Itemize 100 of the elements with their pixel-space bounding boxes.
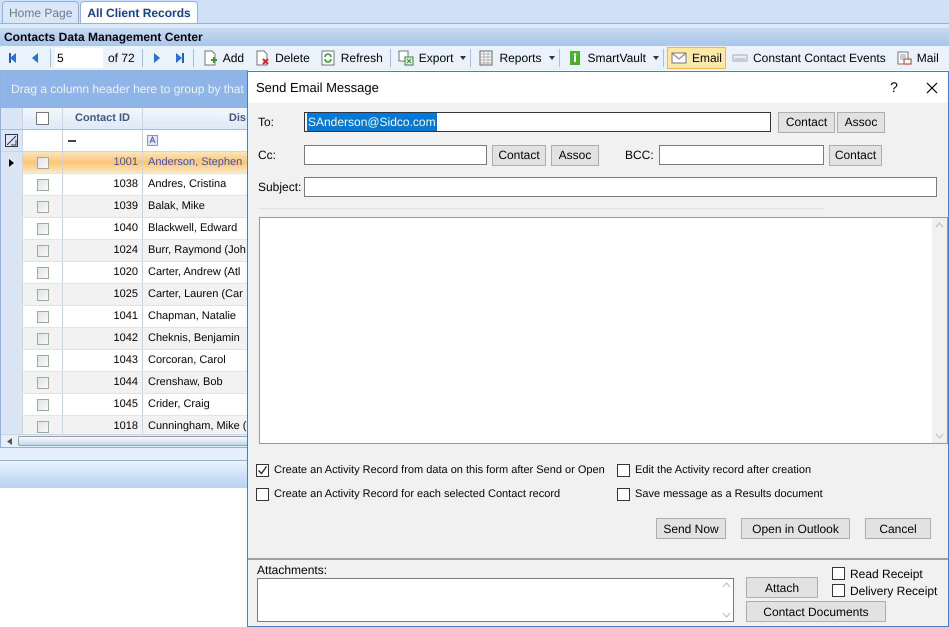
attach-button[interactable]: Attach (746, 577, 818, 598)
action-button[interactable]: Send Now (656, 518, 726, 539)
toolbar-button[interactable]: Constant Contact Events (728, 47, 890, 69)
subject-field[interactable] (304, 177, 937, 197)
dialog-title: Send Email Message (256, 78, 380, 97)
page-field[interactable]: 5 (55, 48, 103, 68)
row-checkbox[interactable] (36, 332, 48, 344)
table-row[interactable]: 1043 Corcoran, Carol (1, 350, 248, 372)
table-row[interactable]: 1018 Cunningham, Mike ( (1, 416, 248, 434)
close-icon[interactable] (926, 82, 938, 94)
table-cell-text: Corcoran, Carol (147, 353, 227, 368)
table-cell: 1039 (63, 196, 143, 217)
table-row[interactable]: 1044 Crenshaw, Bob (1, 372, 248, 394)
column-header[interactable]: Contact ID (63, 108, 143, 129)
option-checkbox[interactable] (617, 488, 630, 501)
toolbar-button[interactable]: Export (394, 47, 458, 69)
table-cell-text: Anderson, Stephen (147, 155, 244, 170)
table-row[interactable]: 1024 Burr, Raymond (Joh (1, 240, 248, 262)
field-label: BCC: (625, 147, 655, 164)
table-cell: 1043 (63, 350, 143, 371)
contact-documents-button[interactable]: Contact Documents (746, 601, 886, 622)
row-checkbox[interactable] (36, 266, 48, 278)
spreadsheet-icon (478, 50, 494, 66)
text-filter-icon[interactable] (147, 135, 158, 146)
action-button[interactable]: Open in Outlook (741, 518, 850, 539)
toolbar-button[interactable]: SmartVault (562, 47, 650, 69)
toolbar-button[interactable]: Refresh (316, 47, 387, 69)
toolbar-button[interactable]: Mail (892, 47, 943, 69)
contact-picker-button[interactable]: Contact (778, 112, 835, 132)
table-cell-text: Chapman, Natalie (147, 309, 238, 324)
table-row[interactable]: 1025 Carter, Lauren (Car (1, 284, 248, 306)
scroll-up-icon[interactable] (722, 582, 730, 588)
field-label: To: (258, 114, 276, 131)
row-checkbox[interactable] (36, 398, 48, 410)
group-by-hint: Drag a column header here to group by that (11, 81, 244, 98)
receipt-checkbox[interactable] (832, 567, 845, 580)
help-button[interactable]: ? (884, 77, 904, 98)
row-checkbox[interactable] (36, 376, 48, 388)
table-row[interactable]: 1041 Chapman, Natalie (1, 306, 248, 328)
row-checkbox[interactable] (36, 288, 48, 300)
tab[interactable]: All Client Records (80, 1, 198, 23)
option-checkbox[interactable] (256, 464, 269, 477)
table-row[interactable]: 1039 Balak, Mike (1, 196, 248, 218)
scroll-down-icon[interactable] (935, 433, 944, 439)
contact-picker-button[interactable]: Assoc (551, 144, 599, 166)
action-button[interactable]: Cancel (865, 518, 931, 539)
receipt-checkbox[interactable] (832, 584, 845, 597)
cc-field[interactable] (304, 145, 487, 165)
table-cell: 1001 (63, 152, 143, 173)
row-checkbox[interactable] (36, 310, 48, 322)
dropdown-caret-icon[interactable] (548, 55, 556, 61)
toolbar-button[interactable]: Email (666, 47, 726, 69)
scroll-left-icon[interactable] (7, 438, 12, 444)
option-checkbox[interactable] (617, 464, 630, 477)
table-row[interactable]: 1020 Carter, Andrew (Atl (1, 262, 248, 284)
row-checkbox[interactable] (36, 200, 48, 212)
table-row[interactable]: 1001 Anderson, Stephen (1, 152, 248, 174)
dropdown-caret-icon[interactable] (459, 55, 468, 61)
toolbar-button[interactable]: Reports (474, 47, 546, 69)
option-label: Create an Activity Record from data on this form after Send or Open (274, 463, 605, 478)
row-indicator[interactable] (1, 152, 23, 173)
row-checkbox[interactable] (36, 178, 48, 190)
export-icon (398, 50, 414, 66)
vertical-scrollbar[interactable] (932, 218, 947, 443)
field-label: Subject: (258, 179, 302, 196)
toolbar-button[interactable]: Add (198, 47, 248, 69)
message-body-field[interactable] (259, 217, 948, 444)
to-field[interactable]: SAnderson@Sidco.com (304, 112, 771, 132)
table-cell-text: Cheknis, Benjamin (147, 331, 241, 346)
contact-picker-button[interactable]: Contact (492, 144, 546, 166)
column-header[interactable]: Dis (143, 108, 248, 129)
horizontal-scrollbar[interactable] (1, 434, 248, 447)
table-cell: 1042 (63, 328, 143, 349)
row-checkbox[interactable] (36, 354, 48, 366)
refresh-icon (320, 50, 336, 66)
option-label: Edit the Activity record after creation (635, 463, 812, 478)
scroll-down-icon[interactable] (722, 612, 730, 618)
attachments-field[interactable] (257, 578, 734, 622)
document-delete-icon (254, 50, 270, 66)
contact-picker-button[interactable]: Contact (829, 144, 882, 166)
row-checkbox[interactable] (36, 222, 48, 234)
option-label: Delivery Receipt (850, 582, 938, 600)
row-checkbox[interactable] (36, 420, 48, 432)
bcc-field[interactable] (659, 145, 824, 165)
table-row[interactable]: 1040 Blackwell, Edward (1, 218, 248, 240)
filter-icon[interactable] (5, 134, 18, 147)
document-plus-icon (202, 50, 218, 66)
select-all-checkbox[interactable] (36, 112, 49, 125)
table-row[interactable]: 1045 Crider, Craig (1, 394, 248, 416)
row-checkbox[interactable] (36, 156, 48, 168)
toolbar-button[interactable]: Delete (250, 47, 314, 69)
contact-picker-button[interactable]: Assoc (837, 112, 885, 132)
table-cell-text: Balak, Mike (147, 199, 206, 214)
dropdown-caret-icon[interactable] (652, 55, 660, 61)
table-row[interactable]: 1042 Cheknis, Benjamin (1, 328, 248, 350)
table-row[interactable]: 1038 Andres, Cristina (1, 174, 248, 196)
row-checkbox[interactable] (36, 244, 48, 256)
scroll-up-icon[interactable] (935, 222, 944, 228)
table-cell: 1041 (63, 306, 143, 327)
option-checkbox[interactable] (256, 488, 269, 501)
